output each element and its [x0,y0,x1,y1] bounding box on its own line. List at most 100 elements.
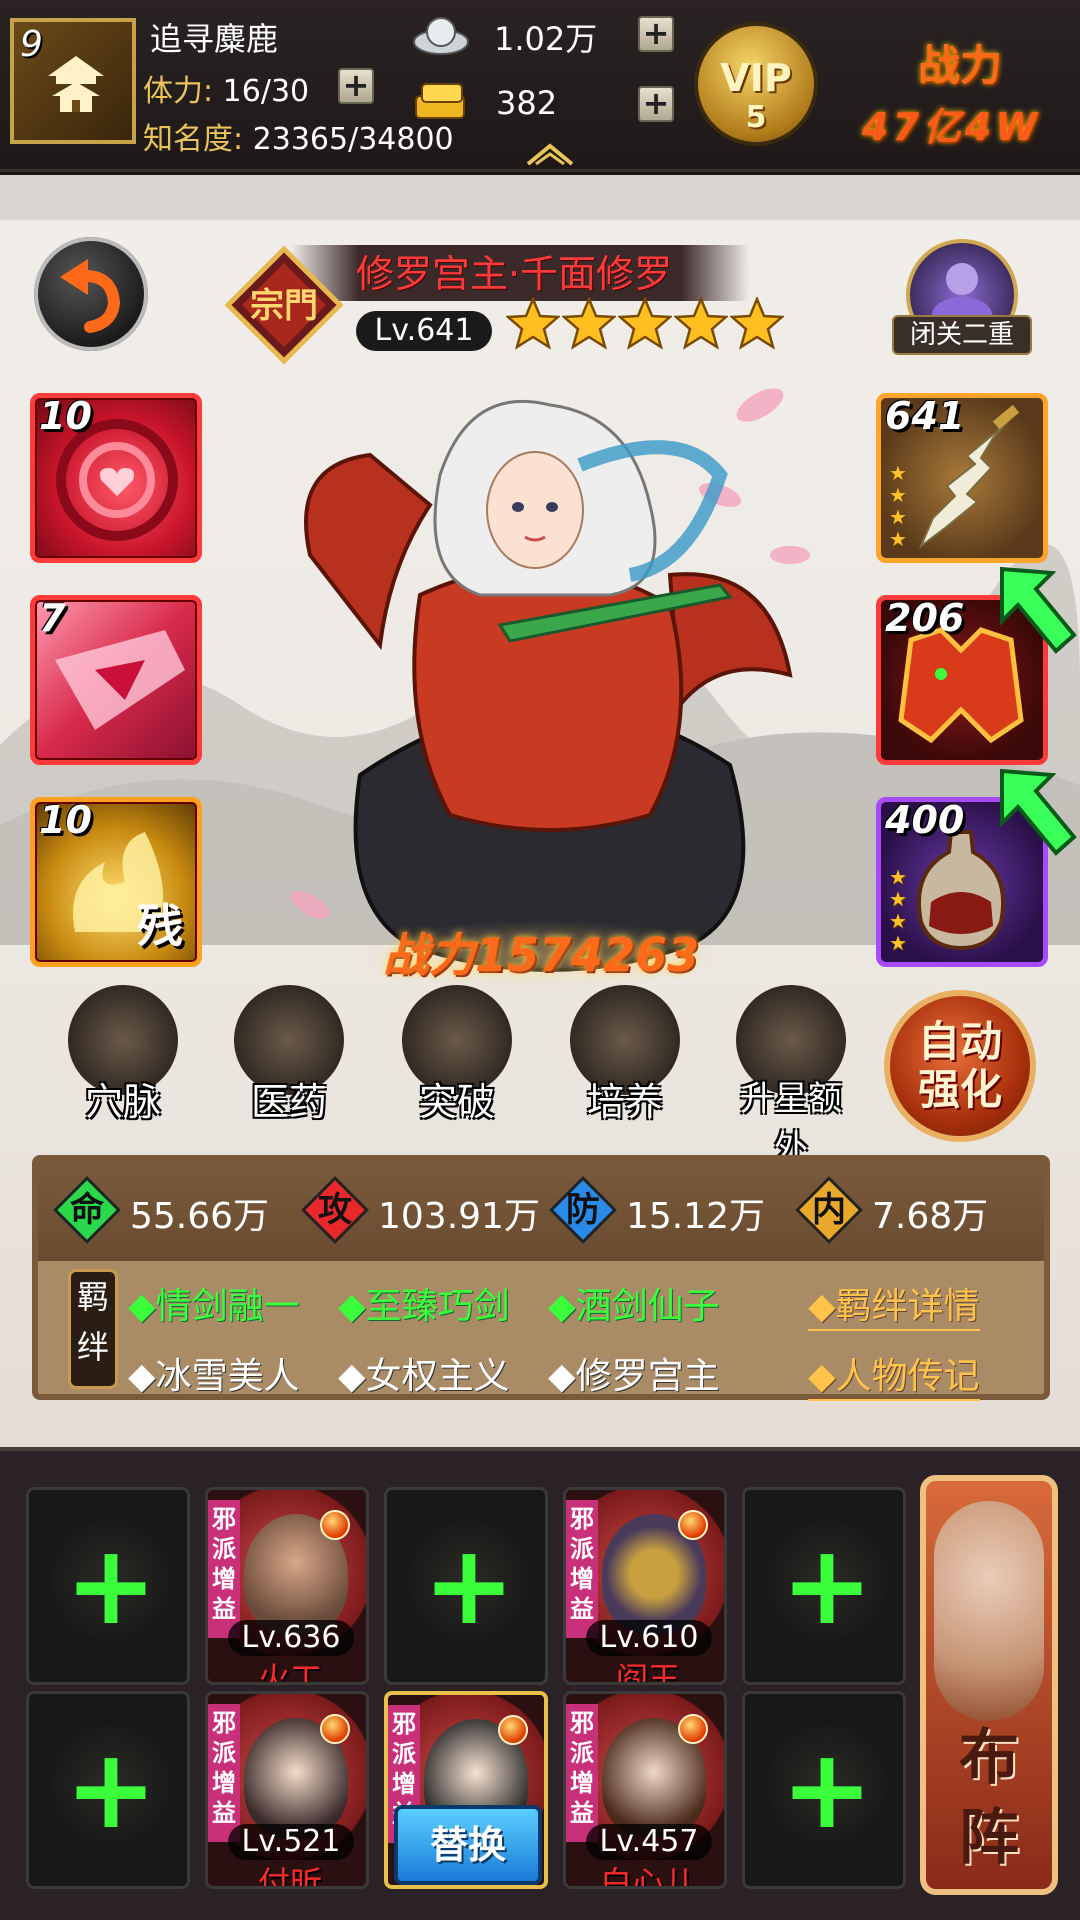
player-level: 9 [20,24,43,65]
medicine-label: 医药 [250,1080,327,1124]
add-icon: + [64,1521,158,1649]
element-orb-icon [678,1714,708,1744]
formation-hero-slot[interactable]: 邪派增益 Lv.521 付昕 [205,1691,369,1889]
bond-active: ◆酒剑仙子 [548,1286,720,1327]
hp-gem-icon: 命 [52,1175,122,1245]
add-gold-button[interactable]: + [638,86,674,122]
formation-hero-slot[interactable]: 邪派增益 Lv.636 火工 [205,1487,369,1685]
hero-name: 修罗宫主·千面修罗 [356,252,673,296]
skill-slot-2[interactable]: 7 [30,595,202,765]
auto-enhance-line2: 强化 [917,1065,1002,1114]
add-silver-button[interactable]: + [638,16,674,52]
equip-stars-weapon: ★ ★ ★ ★ [889,461,907,551]
breakthrough-button[interactable]: 突破 [392,985,522,1125]
player-name: 追寻麋鹿 [150,20,279,58]
empty-formation-slot[interactable]: + [26,1487,190,1685]
formation-hero-level: Lv.610 [586,1620,712,1656]
current-hero-slot[interactable]: 邪派增益 替换 [384,1691,548,1889]
formation-hero-name: 付昕 [257,1864,322,1889]
formation-panel: + 邪派增益 Lv.636 火工 + 邪派增益 Lv.610 阎王 + + 邪派… [0,1447,1080,1920]
element-orb-icon [320,1510,350,1540]
formation-hero-slot[interactable]: 邪派增益 Lv.610 阎王 [563,1487,727,1685]
formation-hero-level: Lv.636 [228,1620,354,1656]
rank-text: 宗門 [250,286,318,326]
stat-attack-value: 103.91万 [378,1196,540,1237]
upgrade-arrow-icon [1000,768,1077,856]
vip-label: VIP [720,56,792,100]
empty-formation-slot[interactable]: + [742,1487,906,1685]
formation-hero-name: 白心儿 [599,1864,696,1889]
star-icon [730,297,784,350]
empty-formation-slot[interactable]: + [384,1487,548,1685]
hero-power-label: 战力 [382,928,475,982]
top-status-bar: 9 追寻麋鹿 体力: 16/30 + 知名度: 23365/34800 1.02… [0,0,1080,172]
stamina-label: 体力: [143,74,214,109]
fame-label: 知名度: [143,122,244,157]
evil-sect-bonus-ribbon: 邪派增益 [208,1500,240,1638]
biography-link[interactable]: ◆人物传记 [808,1347,980,1401]
meridian-button[interactable]: 穴脉 [58,985,188,1125]
add-icon: + [780,1521,874,1649]
chevron-up-icon[interactable] [524,140,576,166]
sect-building-icon [48,56,104,112]
lineup-button[interactable]: 布 阵 [920,1475,1058,1895]
empty-formation-slot[interactable]: + [26,1691,190,1889]
fragment-tag: 残 [137,899,183,953]
formation-hero-slot[interactable]: 邪派增益 Lv.457 白心儿 [563,1691,727,1889]
formation-hero-name: 阎王 [615,1660,680,1685]
element-orb-icon [320,1714,350,1744]
fame-value: 23365/34800 [252,122,454,157]
bond-inactive: ◆女权主义 [338,1356,510,1397]
back-button[interactable] [34,237,148,351]
gold-ingot-icon [415,83,465,119]
silver-amount: 1.02万 [494,20,598,58]
skill-slot-1[interactable]: 10 [30,393,202,563]
stamina-row: 体力: 16/30 [143,66,309,110]
star-icon [618,297,672,350]
empty-formation-slot[interactable]: + [742,1691,906,1889]
retreat-label: 闭关二重 [892,315,1032,355]
element-orb-icon [498,1715,528,1745]
skill-level-1: 10 [39,394,92,438]
vip-level: 5 [745,100,767,135]
bond-tag: 羁绊 [68,1269,118,1389]
equip-stars-accessory: ★ ★ ★ ★ [889,865,907,955]
star-up-button[interactable]: 升星额外 [726,985,856,1168]
equip-slot-weapon[interactable]: 641 ★ ★ ★ ★ [876,393,1048,563]
medicine-button[interactable]: 医药 [224,985,354,1125]
attributes-panel: 命 55.66万 攻 103.91万 防 15.12万 内 7.68万 羁绊 ◆… [32,1155,1050,1401]
lineup-art [934,1501,1044,1721]
add-icon: + [780,1725,874,1853]
breakthrough-label: 突破 [418,1080,495,1124]
auto-enhance-line1: 自动 [917,1017,1002,1066]
bond-inactive: ◆冰雪美人 [128,1356,300,1397]
cultivate-label: 培养 [586,1080,663,1124]
auto-enhance-button[interactable]: 自动 强化 [884,990,1036,1142]
skill-slot-3[interactable]: 10 残 [30,797,202,967]
upgrade-arrow-icon [1000,566,1077,654]
stamina-value: 16/30 [222,74,310,109]
cultivate-button[interactable]: 培养 [560,985,690,1125]
stat-inner-value: 7.68万 [872,1196,989,1237]
formation-hero-name: 火工 [257,1660,322,1685]
evil-sect-bonus-ribbon: 邪派增益 [208,1704,240,1842]
evil-sect-bonus-ribbon: 邪派增益 [566,1500,598,1638]
stat-hp-value: 55.66万 [130,1196,270,1237]
add-stamina-button[interactable]: + [338,68,374,104]
bond-details-link[interactable]: ◆羁绊详情 [808,1277,980,1331]
replace-button[interactable]: 替换 [394,1805,542,1885]
player-avatar[interactable]: 9 [10,18,136,144]
skill-level-2: 7 [39,596,66,640]
vip-badge[interactable]: VIP 5 [694,22,818,146]
bond-active: ◆至臻巧剑 [338,1286,510,1327]
add-icon: + [64,1725,158,1853]
skill-level-3: 10 [39,798,92,842]
star-icon [506,297,560,350]
total-power-label: 战力 [918,41,1003,90]
lineup-label-2: 阵 [959,1803,1019,1873]
bond-inactive: ◆修罗宫主 [548,1356,720,1397]
star-icon [674,297,728,350]
defense-gem-icon: 防 [548,1175,618,1245]
formation-hero-level: Lv.521 [228,1824,354,1860]
lineup-label-1: 布 [959,1723,1019,1793]
